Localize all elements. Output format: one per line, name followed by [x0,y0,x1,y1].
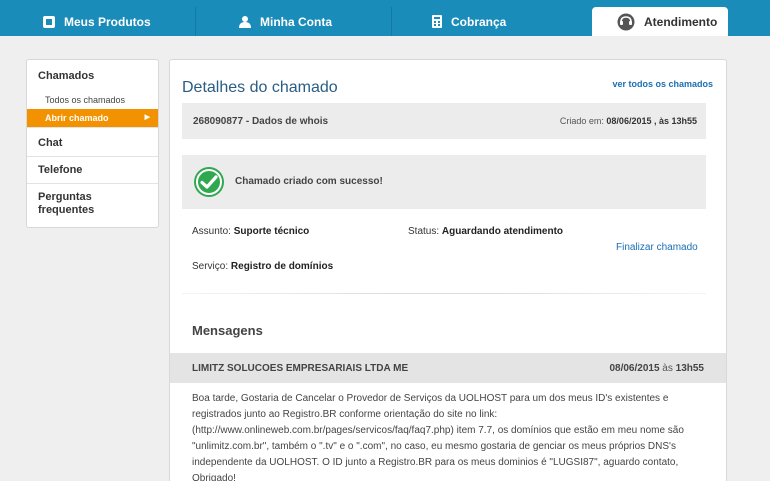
ticket-header: 268090877 - Dados de whois Criado em: 08… [182,103,706,139]
sidebar-item-abrir-chamado[interactable]: Abrir chamado ▶ [27,109,158,127]
tab-atendimento[interactable]: Atendimento [592,7,728,36]
success-alert: Chamado criado com sucesso! [182,155,706,209]
close-ticket-link[interactable]: Finalizar chamado [616,242,698,253]
tab-label: Cobrança [451,14,507,29]
calculator-icon [432,15,442,28]
sidebar-item-chamados[interactable]: Chamados [38,70,94,83]
ticket-details-panel: Detalhes do chamado ver todos os chamado… [169,59,727,481]
top-nav: Meus Produtos Minha Conta Cobrança Atend… [0,0,770,36]
tab-cobranca[interactable]: Cobrança [392,7,592,36]
arrow-right-icon: ▶ [144,114,150,121]
tab-label: Minha Conta [260,14,332,29]
success-message: Chamado criado com sucesso! [235,176,383,187]
message-date: 08/06/2015 às 13h55 [609,363,704,374]
check-circle-icon [194,167,224,197]
support-icon [617,13,635,31]
sidebar-item-label: Abrir chamado [45,113,109,123]
message-header: LIMITZ SOLUCOES EMPRESARIAIS LTDA ME 08/… [170,353,726,383]
message-sender: LIMITZ SOLUCOES EMPRESARIAIS LTDA ME [192,363,409,374]
status-field: Status: Aguardando atendimento [408,226,564,237]
page-title: Detalhes do chamado [182,79,338,96]
view-all-tickets-link[interactable]: ver todos os chamados [612,79,713,89]
subject-field: Assunto: Suporte técnico [192,226,310,237]
products-icon [43,15,55,28]
tab-label: Meus Produtos [64,14,151,29]
sidebar: Chamados Todos os chamados Abrir chamado… [26,59,159,228]
ticket-created-date: Criado em: 08/06/2015 , às 13h55 [559,116,697,126]
messages-heading: Mensagens [192,323,263,338]
tab-meus-produtos[interactable]: Meus Produtos [16,7,196,36]
tab-label: Atendimento [644,14,718,29]
ticket-id: 268090877 - Dados de whois [193,116,329,127]
sidebar-item-todos-chamados[interactable]: Todos os chamados [45,95,125,105]
tab-minha-conta[interactable]: Minha Conta [196,7,392,36]
sidebar-item-chat[interactable]: Chat [38,137,62,150]
sidebar-item-telefone[interactable]: Telefone [38,164,82,177]
divider [182,293,706,294]
service-field: Serviço: Registro de domínios [192,261,334,272]
user-icon [239,15,251,28]
message-body: Boa tarde, Gostaria de Cancelar o Proved… [192,393,684,481]
sidebar-item-perguntas-frequentes[interactable]: Perguntas frequentes [38,191,128,217]
